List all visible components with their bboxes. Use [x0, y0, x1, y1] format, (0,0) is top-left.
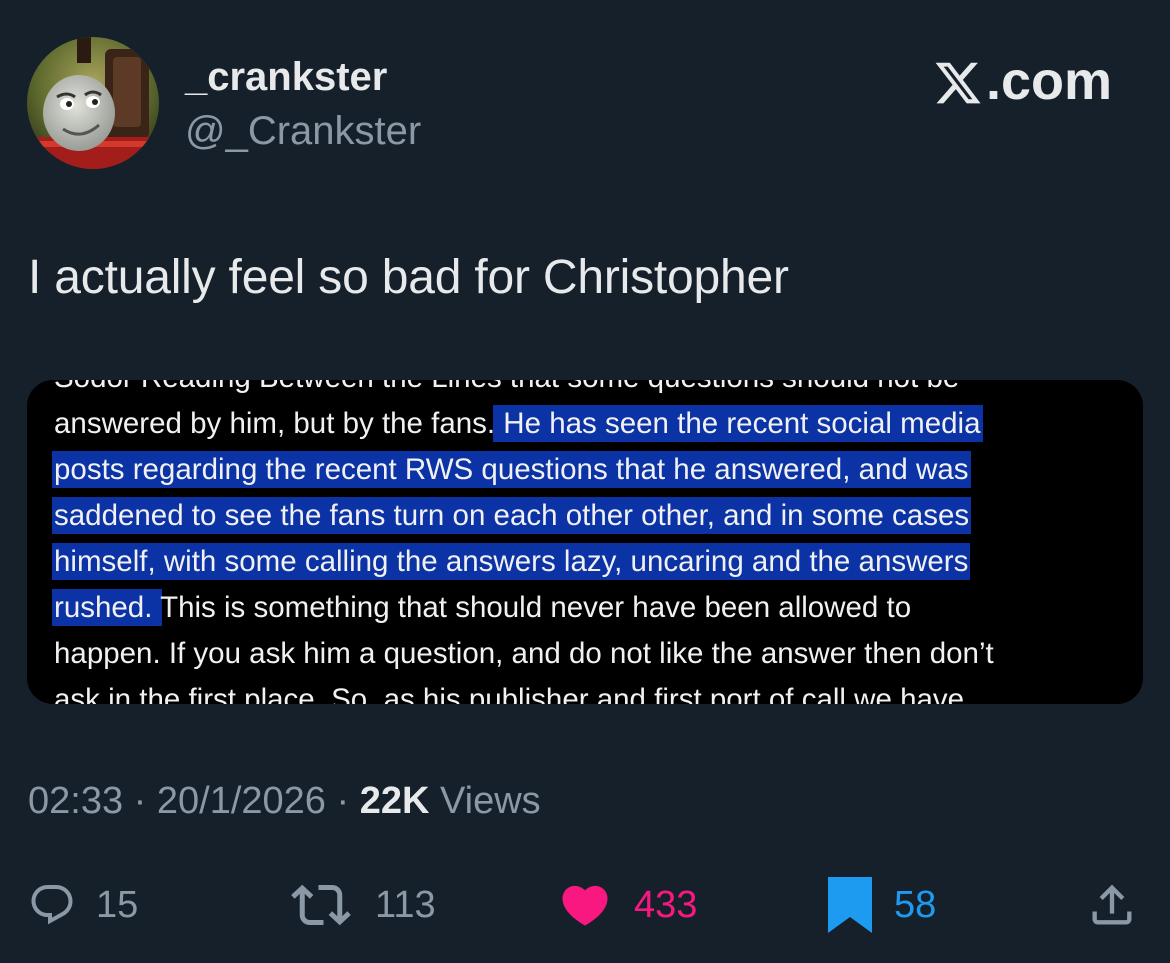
- media-text-block: Sodor Reading Between the Lines that som…: [54, 380, 1134, 704]
- reply-button[interactable]: 15: [28, 870, 138, 940]
- tweet-actions-bar: 15 113 433 58: [0, 870, 1170, 940]
- x-logo-icon: [935, 62, 981, 103]
- share-button[interactable]: [1086, 870, 1138, 940]
- meta-separator: ·: [123, 780, 157, 822]
- author-display-name[interactable]: _crankster: [185, 55, 387, 100]
- repost-icon: [291, 884, 351, 926]
- media-text-line: posts regarding the recent RWS questions…: [54, 447, 1134, 493]
- tweet-media-image[interactable]: Sodor Reading Between the Lines that som…: [27, 380, 1143, 704]
- media-text-highlight: himself, with some calling the answers l…: [54, 545, 969, 578]
- media-text-line: rushed. This is something that should ne…: [54, 585, 1134, 631]
- media-text-plain: happen. If you ask him a question, and d…: [54, 637, 994, 670]
- x-com-brand: .com: [932, 50, 1112, 112]
- author-handle[interactable]: @_Crankster: [185, 109, 421, 154]
- media-text-line: saddened to see the fans turn on each ot…: [54, 493, 1134, 539]
- media-text-highlight: He has seen the recent social media: [495, 407, 981, 440]
- media-text-line: ask in the first place. So, as his publi…: [54, 677, 1134, 704]
- bookmark-button[interactable]: 58: [826, 870, 936, 940]
- tweet-text: I actually feel so bad for Christopher: [28, 251, 789, 304]
- media-text-line: answered by him, but by the fans. He has…: [54, 401, 1134, 447]
- media-text-line: himself, with some calling the answers l…: [54, 539, 1134, 585]
- media-text-plain: answered by him, but by the fans.: [54, 407, 496, 440]
- media-text-line: Sodor Reading Between the Lines that som…: [54, 380, 1134, 401]
- repost-button[interactable]: 113: [287, 870, 436, 940]
- bookmark-count: 58: [894, 883, 937, 926]
- brand-label: .com: [985, 51, 1112, 111]
- media-text-plain: This is something that should never have…: [160, 591, 912, 624]
- share-icon: [1092, 884, 1132, 925]
- reply-icon: [31, 885, 73, 925]
- repost-count: 113: [375, 883, 436, 926]
- media-text-highlight: posts regarding the recent RWS questions…: [54, 453, 969, 486]
- reply-count: 15: [96, 883, 139, 926]
- tweet-meta: 02:33 · 20/1/2026 · 22K Views: [28, 780, 541, 823]
- views-count: 22K: [359, 780, 430, 822]
- avatar[interactable]: [27, 37, 159, 169]
- like-count: 433: [634, 883, 698, 926]
- media-text-highlight: rushed.: [54, 591, 161, 624]
- views-label: Views: [429, 780, 541, 822]
- tweet-date[interactable]: 20/1/2026: [157, 780, 326, 822]
- tweet-time[interactable]: 02:33: [28, 780, 123, 822]
- media-text-plain: Sodor Reading Between the Lines that som…: [54, 380, 959, 394]
- media-text-highlight: saddened to see the fans turn on each ot…: [54, 499, 970, 532]
- like-button[interactable]: 433: [556, 870, 697, 940]
- meta-separator: ·: [325, 780, 360, 822]
- heart-icon: [562, 885, 608, 926]
- bookmark-icon: [828, 877, 872, 933]
- avatar-image: [27, 37, 159, 169]
- media-text-plain: ask in the first place. So, as his publi…: [54, 683, 965, 704]
- media-text-line: happen. If you ask him a question, and d…: [54, 631, 1134, 677]
